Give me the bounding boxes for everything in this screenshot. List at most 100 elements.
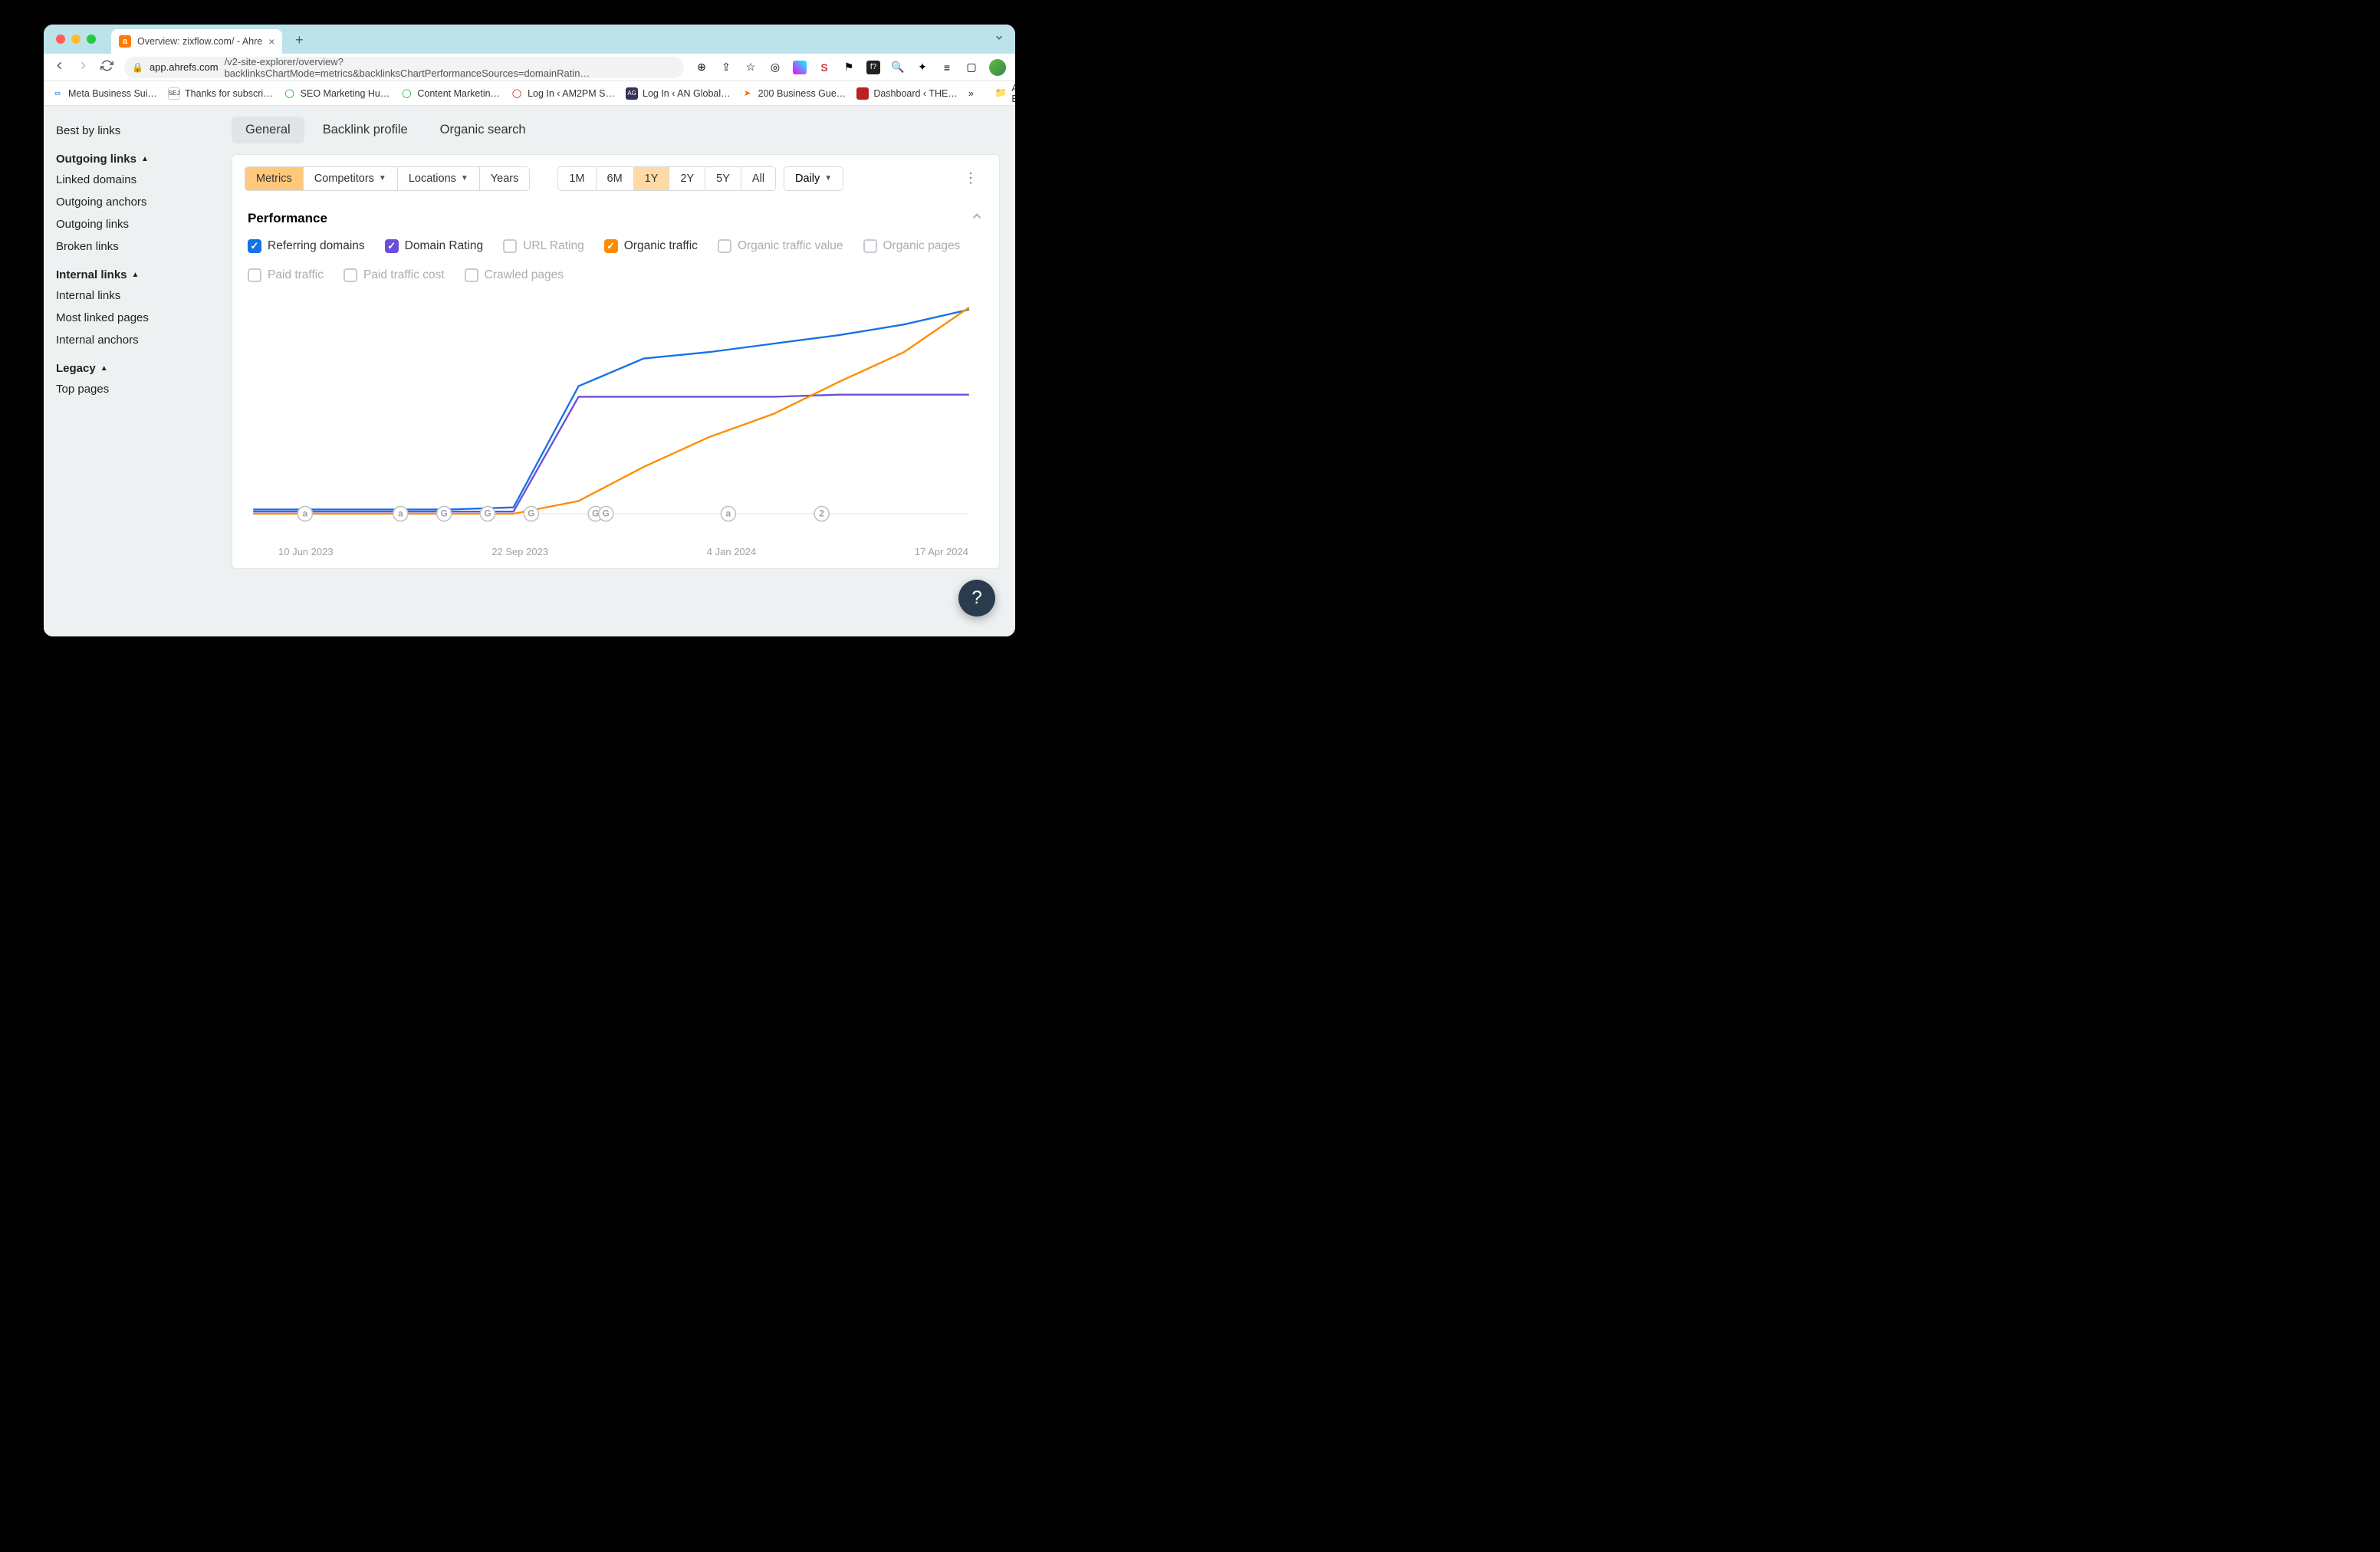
range-6m[interactable]: 6M — [597, 167, 634, 190]
browser-toolbar: 🔒 app.ahrefs.com/v2-site-explorer/overvi… — [44, 54, 1015, 81]
mode-segment: Metrics Competitors▼ Locations▼ Years — [245, 166, 530, 191]
range-5y[interactable]: 5Y — [705, 167, 741, 190]
browser-window: a Overview: zixflow.com/ - Ahre × + 🔒 ap… — [44, 25, 1015, 636]
svg-text:a: a — [303, 508, 308, 518]
sidebar-item-linked-domains[interactable]: Linked domains — [56, 169, 219, 191]
chk-crawled-pages[interactable]: Crawled pages — [465, 268, 564, 282]
checkbox-icon — [718, 239, 731, 253]
range-segment: 1M 6M 1Y 2Y 5Y All — [557, 166, 776, 191]
chevron-down-icon: ▼ — [824, 174, 832, 182]
browser-tab[interactable]: a Overview: zixflow.com/ - Ahre × — [111, 29, 282, 54]
range-1m[interactable]: 1M — [558, 167, 596, 190]
profile-avatar[interactable] — [989, 59, 1006, 76]
years-button[interactable]: Years — [480, 167, 530, 190]
bookmarks-overflow[interactable]: » — [968, 88, 974, 99]
new-tab-button[interactable]: + — [288, 29, 310, 51]
range-2y[interactable]: 2Y — [669, 167, 705, 190]
sidebar-item-outgoing-links[interactable]: Outgoing links — [56, 213, 219, 235]
checkbox-icon — [248, 268, 261, 282]
checkbox-icon — [385, 239, 399, 253]
panel-icon[interactable]: ▢ — [965, 61, 978, 74]
sidebar-item-broken-links[interactable]: Broken links — [56, 235, 219, 258]
share-icon[interactable]: ⇪ — [719, 61, 733, 74]
svg-text:2: 2 — [819, 508, 824, 518]
chart-controls: Metrics Competitors▼ Locations▼ Years 1M… — [232, 155, 999, 202]
bookmark-item[interactable]: ◯SEO Marketing Hu… — [284, 87, 390, 100]
sidebar-group-outgoing[interactable]: Outgoing links▲ — [56, 142, 219, 169]
sidebar-group-internal[interactable]: Internal links▲ — [56, 258, 219, 284]
sidebar-item-internal-anchors[interactable]: Internal anchors — [56, 329, 219, 351]
x-label: 22 Sep 2023 — [491, 546, 548, 557]
ahrefs-favicon-icon: a — [119, 35, 131, 48]
bookmarks-bar: ∞Meta Business Sui… SEJThanks for subscr… — [44, 81, 1015, 106]
ext-1-icon[interactable]: ◎ — [768, 61, 782, 74]
reload-button[interactable] — [100, 59, 113, 76]
bookmark-item[interactable]: ◯Content Marketin… — [400, 87, 500, 100]
x-label: 4 Jan 2024 — [707, 546, 756, 557]
svg-text:G: G — [484, 508, 491, 518]
sidebar-item-internal-links[interactable]: Internal links — [56, 284, 219, 307]
sidebar-item-best-by-links[interactable]: Best by links — [56, 120, 219, 142]
zoom-icon[interactable]: ⊕ — [695, 61, 708, 74]
collapse-icon[interactable] — [970, 209, 984, 227]
close-tab-icon[interactable]: × — [268, 35, 274, 48]
bookmark-item[interactable]: ∞Meta Business Sui… — [51, 87, 157, 100]
close-window-icon[interactable] — [56, 35, 65, 44]
chk-organic-traffic[interactable]: Organic traffic — [604, 239, 698, 253]
chk-url-rating[interactable]: URL Rating — [503, 239, 584, 253]
toolbar-icons: ⊕ ⇪ ☆ ◎ S ⚑ f? 🔍 ✦ ≡ ▢ ⋮ — [695, 59, 1015, 76]
help-button[interactable]: ? — [958, 580, 995, 617]
range-all[interactable]: All — [741, 167, 775, 190]
lock-icon: 🔒 — [132, 62, 143, 73]
tab-organic-search[interactable]: Organic search — [426, 117, 540, 143]
forward-button[interactable] — [77, 59, 90, 76]
sidebar-item-outgoing-anchors[interactable]: Outgoing anchors — [56, 191, 219, 213]
all-bookmarks-button[interactable]: 📁 All Bookmarks — [995, 83, 1015, 104]
chart-menu-button[interactable]: ⋮ — [956, 166, 987, 191]
chk-domain-rating[interactable]: Domain Rating — [385, 239, 484, 253]
sidebar-item-top-pages[interactable]: Top pages — [56, 378, 219, 400]
performance-header: Performance — [232, 202, 999, 230]
app-content: Best by links Outgoing links▲ Linked dom… — [44, 106, 1015, 636]
ext-3-icon[interactable]: S — [817, 61, 831, 74]
collapse-icon: ▲ — [141, 155, 149, 163]
sidebar: Best by links Outgoing links▲ Linked dom… — [44, 106, 232, 636]
granularity-button[interactable]: Daily▼ — [784, 166, 843, 191]
chk-organic-traffic-value[interactable]: Organic traffic value — [718, 239, 843, 253]
bookmark-item[interactable]: ◯Log In ‹ AM2PM S… — [511, 87, 615, 100]
collapse-icon: ▲ — [100, 364, 108, 373]
svg-text:a: a — [398, 508, 403, 518]
reading-list-icon[interactable]: ≡ — [940, 61, 954, 74]
sidebar-group-legacy[interactable]: Legacy▲ — [56, 351, 219, 378]
chk-paid-traffic-cost[interactable]: Paid traffic cost — [344, 268, 445, 282]
bookmark-item[interactable]: AGLog In ‹ AN Global… — [626, 87, 731, 100]
ext-6-icon[interactable]: 🔍 — [891, 61, 905, 74]
back-button[interactable] — [53, 59, 66, 76]
ext-4-icon[interactable]: ⚑ — [842, 61, 856, 74]
ext-2-icon[interactable] — [793, 61, 807, 74]
svg-text:G: G — [592, 508, 599, 518]
address-bar[interactable]: 🔒 app.ahrefs.com/v2-site-explorer/overvi… — [124, 57, 684, 78]
chk-paid-traffic[interactable]: Paid traffic — [248, 268, 324, 282]
range-1y[interactable]: 1Y — [634, 167, 670, 190]
ext-5-icon[interactable]: f? — [866, 61, 880, 74]
minimize-window-icon[interactable] — [71, 35, 81, 44]
tabs-dropdown-icon[interactable] — [994, 32, 1004, 47]
competitors-button[interactable]: Competitors▼ — [304, 167, 398, 190]
metrics-button[interactable]: Metrics — [245, 167, 304, 190]
maximize-window-icon[interactable] — [87, 35, 96, 44]
bookmark-item[interactable]: Dashboard ‹ THE… — [856, 87, 958, 100]
tab-bar: a Overview: zixflow.com/ - Ahre × + — [44, 25, 1015, 54]
performance-chart[interactable]: aaGGGGGa2 — [237, 293, 985, 538]
tab-general[interactable]: General — [232, 117, 304, 143]
locations-button[interactable]: Locations▼ — [398, 167, 480, 190]
sidebar-item-most-linked[interactable]: Most linked pages — [56, 307, 219, 329]
bookmark-item[interactable]: ➤200 Business Gue… — [741, 87, 846, 100]
collapse-icon: ▲ — [132, 271, 140, 279]
chk-referring-domains[interactable]: Referring domains — [248, 239, 365, 253]
bookmark-item[interactable]: SEJThanks for subscri… — [168, 87, 273, 100]
extensions-icon[interactable]: ✦ — [916, 61, 929, 74]
chk-organic-pages[interactable]: Organic pages — [863, 239, 961, 253]
tab-backlink-profile[interactable]: Backlink profile — [309, 117, 422, 143]
star-icon[interactable]: ☆ — [744, 61, 758, 74]
